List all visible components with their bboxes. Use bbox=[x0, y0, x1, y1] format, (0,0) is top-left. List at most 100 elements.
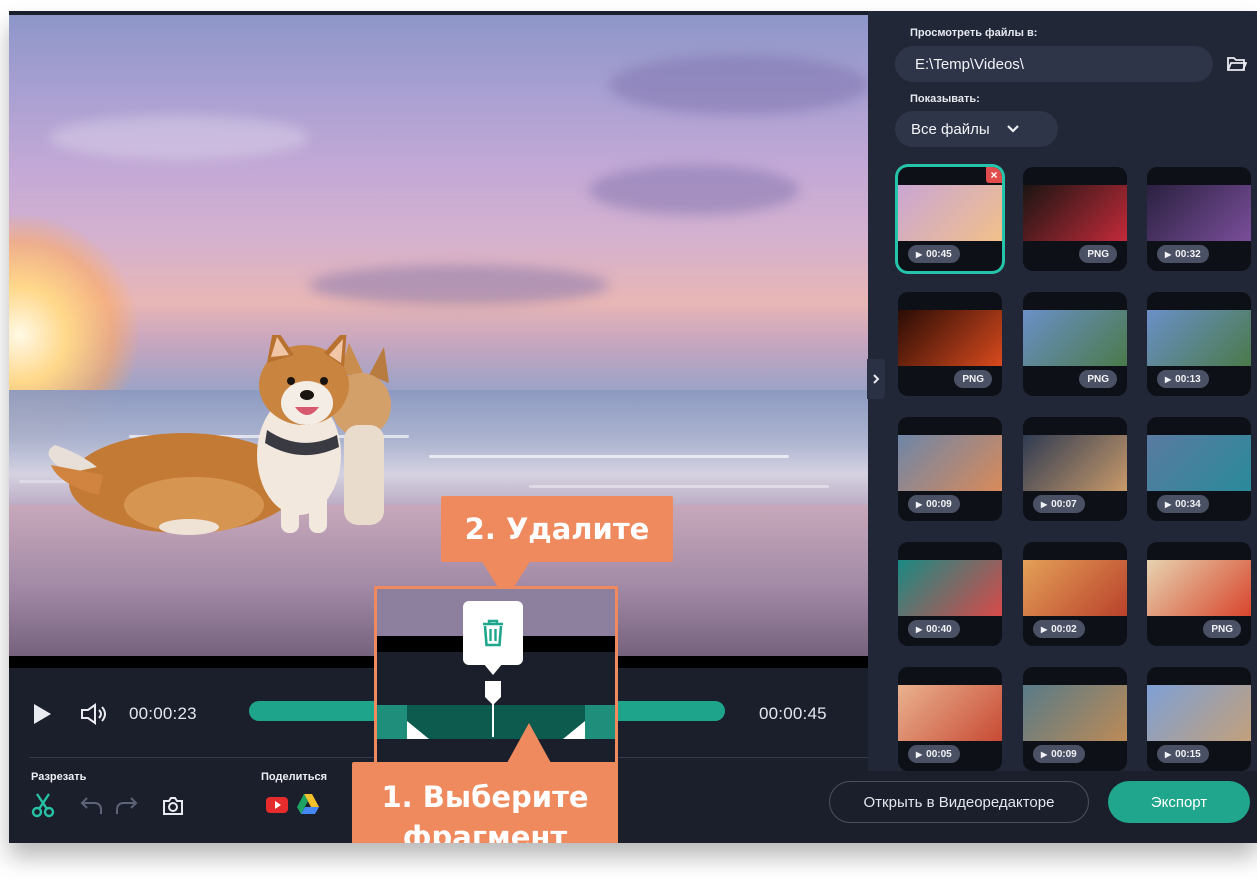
badge-label: 00:02 bbox=[1051, 623, 1077, 635]
tutorial-highlight-frame bbox=[374, 586, 618, 782]
remove-icon[interactable]: × bbox=[986, 167, 1002, 183]
duration-badge: ▶ 00:07 bbox=[1033, 495, 1085, 513]
file-type-badge: PNG bbox=[1079, 245, 1117, 263]
thumbnail-image bbox=[1147, 435, 1251, 491]
media-thumbnail[interactable]: ▶ 00:07 bbox=[1023, 417, 1127, 521]
thumbnail-image bbox=[1023, 435, 1127, 491]
scissors-icon bbox=[31, 793, 55, 818]
play-icon: ▶ bbox=[1041, 749, 1048, 759]
open-folder-button[interactable] bbox=[1226, 53, 1248, 75]
file-type-badge: PNG bbox=[954, 370, 992, 388]
play-icon: ▶ bbox=[1041, 499, 1048, 509]
thumbnail-image bbox=[1023, 560, 1127, 616]
folder-icon bbox=[1227, 57, 1247, 71]
badge-label: 00:40 bbox=[926, 623, 952, 635]
chevron-right-icon bbox=[873, 374, 880, 384]
collapse-panel-button[interactable] bbox=[867, 359, 885, 399]
browse-label: Просмотреть файлы в: bbox=[910, 27, 1038, 39]
duration-badge: ▶ 00:02 bbox=[1033, 620, 1085, 638]
chevron-down-icon bbox=[1006, 125, 1019, 133]
show-label: Показывать: bbox=[910, 93, 980, 105]
wave bbox=[429, 455, 789, 458]
media-thumbnail[interactable]: ▶ 00:40 bbox=[898, 542, 1002, 646]
select-step-line2: фрагмент bbox=[402, 820, 568, 843]
open-in-editor-button[interactable]: Открыть в Видеоредакторе bbox=[829, 781, 1089, 823]
badge-label: 00:13 bbox=[1175, 373, 1201, 385]
thumbnail-image bbox=[898, 685, 1002, 741]
play-icon: ▶ bbox=[916, 749, 923, 759]
delete-step-callout: 2. Удалите bbox=[441, 496, 673, 562]
badge-label: PNG bbox=[1211, 623, 1233, 635]
cloud bbox=[49, 115, 309, 160]
snapshot-button[interactable] bbox=[159, 793, 187, 819]
redo-button[interactable] bbox=[113, 793, 139, 819]
play-icon: ▶ bbox=[916, 624, 923, 634]
youtube-button[interactable] bbox=[264, 795, 290, 815]
badge-label: 00:07 bbox=[1051, 498, 1077, 510]
google-drive-button[interactable] bbox=[295, 793, 321, 815]
media-thumbnail[interactable]: PNG bbox=[898, 292, 1002, 396]
select-step-line1: 1. Выберите bbox=[381, 780, 589, 814]
media-thumbnail[interactable]: PNG bbox=[1023, 167, 1127, 271]
youtube-icon bbox=[266, 797, 288, 813]
media-thumbnail[interactable]: ▶ 00:13 bbox=[1147, 292, 1251, 396]
thumbnail-image bbox=[1147, 560, 1251, 616]
cloud bbox=[309, 265, 609, 305]
media-thumbnail[interactable]: ▶ 00:05 bbox=[898, 667, 1002, 771]
media-thumbnail[interactable]: ▶ 00:32 bbox=[1147, 167, 1251, 271]
thumbnail-image bbox=[898, 560, 1002, 616]
scissors-button[interactable] bbox=[29, 791, 57, 819]
thumbnail-image bbox=[1023, 685, 1127, 741]
callout-pointer bbox=[507, 723, 551, 763]
thumbnail-image bbox=[1147, 310, 1251, 366]
wave bbox=[529, 485, 829, 488]
play-icon: ▶ bbox=[1041, 624, 1048, 634]
media-thumbnail[interactable]: ▶ 00:02 bbox=[1023, 542, 1127, 646]
share-section-label: Поделиться bbox=[261, 771, 328, 783]
volume-button[interactable] bbox=[79, 701, 109, 727]
play-icon bbox=[34, 704, 51, 724]
media-thumbnail[interactable]: PNG bbox=[1147, 542, 1251, 646]
play-icon: ▶ bbox=[916, 499, 923, 509]
select-step-callout: 1. Выберите фрагмент bbox=[352, 762, 618, 843]
play-icon: ▶ bbox=[1165, 749, 1172, 759]
volume-icon bbox=[81, 703, 106, 725]
duration-badge: ▶ 00:32 bbox=[1157, 245, 1209, 263]
media-thumbnail[interactable]: PNG bbox=[1023, 292, 1127, 396]
badge-label: 00:34 bbox=[1175, 498, 1201, 510]
media-thumbnail[interactable]: ▶ 00:09 bbox=[898, 417, 1002, 521]
badge-label: PNG bbox=[1087, 248, 1109, 260]
file-type-badge: PNG bbox=[1203, 620, 1241, 638]
folder-path-field[interactable]: E:\Temp\Videos\ bbox=[895, 46, 1213, 82]
corgi-image bbox=[39, 325, 399, 540]
thumbnail-image bbox=[898, 185, 1002, 241]
cloud bbox=[589, 165, 799, 215]
undo-button[interactable] bbox=[79, 793, 105, 819]
badge-label: 00:05 bbox=[926, 748, 952, 760]
thumbnail-image bbox=[898, 435, 1002, 491]
cloud bbox=[609, 55, 868, 115]
thumbnail-image bbox=[1023, 185, 1127, 241]
redo-icon bbox=[116, 797, 138, 814]
duration-badge: ▶ 00:09 bbox=[1033, 745, 1085, 763]
google-drive-icon bbox=[297, 794, 319, 814]
file-filter-dropdown[interactable]: Все файлы bbox=[895, 111, 1058, 147]
play-button[interactable] bbox=[29, 701, 55, 727]
duration-badge: ▶ 00:40 bbox=[908, 620, 960, 638]
media-thumbnail[interactable]: ▶ 00:15 bbox=[1147, 667, 1251, 771]
media-thumbnail[interactable]: ▶ 00:09 bbox=[1023, 667, 1127, 771]
duration-badge: ▶ 00:34 bbox=[1157, 495, 1209, 513]
media-thumbnail[interactable]: ▶ 00:34 bbox=[1147, 417, 1251, 521]
video-preview[interactable] bbox=[9, 15, 868, 668]
duration-badge: ▶ 00:05 bbox=[908, 745, 960, 763]
media-thumbnail[interactable]: ▶ 00:45 × bbox=[898, 167, 1002, 271]
play-icon: ▶ bbox=[1165, 499, 1172, 509]
badge-label: 00:32 bbox=[1175, 248, 1201, 260]
badge-label: PNG bbox=[962, 373, 984, 385]
thumbnail-image bbox=[1147, 185, 1251, 241]
thumbnail-image bbox=[1147, 685, 1251, 741]
total-time: 00:00:45 bbox=[759, 704, 827, 723]
thumbnail-image bbox=[1023, 310, 1127, 366]
export-button[interactable]: Экспорт bbox=[1108, 781, 1250, 823]
badge-label: 00:15 bbox=[1175, 748, 1201, 760]
